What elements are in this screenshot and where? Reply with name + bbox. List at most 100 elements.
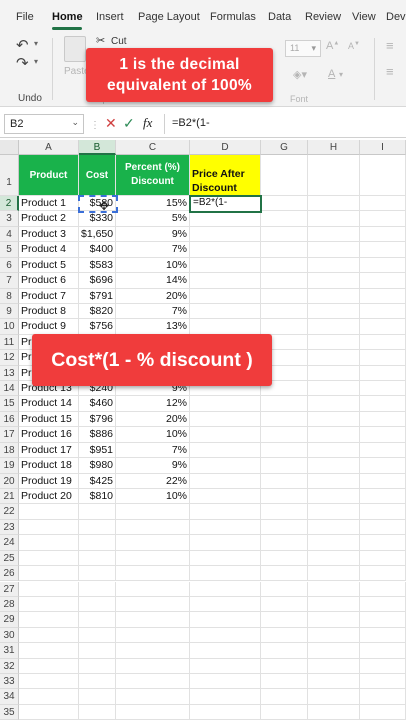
empty-cell[interactable]: [19, 689, 79, 705]
empty-cell[interactable]: [19, 674, 79, 690]
empty-cell[interactable]: [79, 674, 116, 690]
empty-cell[interactable]: [79, 627, 116, 644]
empty-cell[interactable]: [190, 627, 261, 644]
name-box-dropdown-icon[interactable]: ⌄: [71, 117, 79, 128]
cut-button[interactable]: Cut: [111, 36, 127, 47]
empty-cell[interactable]: [261, 504, 308, 520]
empty-cell[interactable]: [261, 411, 308, 428]
empty-cell[interactable]: [261, 458, 308, 474]
empty-cell[interactable]: [308, 473, 360, 489]
column-header-c[interactable]: C: [116, 140, 190, 155]
column-header-d[interactable]: D: [190, 140, 261, 155]
empty-cell[interactable]: [308, 535, 360, 551]
empty-cell[interactable]: [190, 566, 261, 582]
empty-cell[interactable]: [360, 427, 406, 443]
tab-home[interactable]: Home: [52, 11, 83, 23]
empty-cell[interactable]: [308, 612, 360, 628]
empty-cell[interactable]: [261, 704, 308, 720]
cell-product[interactable]: Product 8: [19, 303, 79, 320]
cell-discount[interactable]: 10%: [116, 488, 190, 505]
empty-cell[interactable]: [190, 442, 261, 459]
empty-cell[interactable]: [360, 550, 406, 567]
cell-product[interactable]: Product 7: [19, 288, 79, 304]
empty-cell[interactable]: [190, 473, 261, 489]
cell-cost[interactable]: $425: [79, 473, 116, 489]
row-header-16[interactable]: 16: [0, 411, 19, 428]
cell-cost[interactable]: $820: [79, 303, 116, 320]
more-options-icon[interactable]: ⋮: [90, 118, 100, 134]
empty-cell[interactable]: [261, 519, 308, 536]
empty-cell[interactable]: [116, 627, 190, 644]
empty-cell[interactable]: [308, 704, 360, 720]
tab-review[interactable]: Review: [305, 11, 341, 23]
cell-discount[interactable]: 7%: [116, 442, 190, 459]
row-header-10[interactable]: 10: [0, 319, 19, 335]
empty-cell[interactable]: [261, 273, 308, 289]
cell-discount[interactable]: 20%: [116, 411, 190, 428]
cell-discount[interactable]: 13%: [116, 319, 190, 335]
empty-cell[interactable]: [190, 704, 261, 720]
redo-icon[interactable]: ↷: [16, 54, 29, 72]
confirm-entry-icon[interactable]: ✓: [123, 115, 135, 131]
tab-developer[interactable]: Dev: [386, 11, 406, 23]
empty-cell[interactable]: [261, 257, 308, 274]
header-cost[interactable]: Cost: [79, 155, 116, 196]
row-header-8[interactable]: 8: [0, 288, 19, 304]
cell-discount[interactable]: 9%: [116, 226, 190, 243]
row-header-15[interactable]: 15: [0, 396, 19, 412]
empty-cell[interactable]: [116, 550, 190, 567]
empty-cell[interactable]: [116, 643, 190, 659]
empty-cell[interactable]: [308, 381, 360, 397]
row-header-35[interactable]: 35: [0, 704, 19, 720]
column-header-i[interactable]: I: [360, 140, 406, 155]
empty-cell[interactable]: [116, 519, 190, 536]
empty-cell[interactable]: [79, 581, 116, 597]
empty-cell[interactable]: [308, 242, 360, 258]
empty-cell[interactable]: [190, 319, 261, 335]
empty-cell[interactable]: [79, 566, 116, 582]
empty-cell[interactable]: [360, 381, 406, 397]
empty-cell[interactable]: [360, 365, 406, 382]
empty-cell[interactable]: [308, 550, 360, 567]
empty-cell[interactable]: [308, 643, 360, 659]
empty-cell[interactable]: [308, 288, 360, 304]
cell-product[interactable]: Product 20: [19, 488, 79, 505]
worksheet-grid[interactable]: A B C D G H I Product Cost Percent (%) D…: [0, 140, 406, 720]
empty-cell[interactable]: [261, 442, 308, 459]
empty-cell[interactable]: [308, 674, 360, 690]
empty-cell[interactable]: [308, 396, 360, 412]
empty-cell[interactable]: [79, 658, 116, 674]
empty-cell[interactable]: [308, 596, 360, 613]
empty-cell[interactable]: [19, 596, 79, 613]
empty-cell[interactable]: [308, 427, 360, 443]
cell-product[interactable]: Product 4: [19, 242, 79, 258]
empty-cell[interactable]: [360, 196, 406, 212]
cell-cost[interactable]: $886: [79, 427, 116, 443]
empty-cell[interactable]: [360, 155, 406, 196]
empty-cell[interactable]: [308, 257, 360, 274]
tab-formulas[interactable]: Formulas: [210, 11, 256, 23]
row-header-30[interactable]: 30: [0, 627, 19, 644]
cell-product[interactable]: Product 6: [19, 273, 79, 289]
row-header-2[interactable]: 2: [0, 196, 19, 212]
empty-cell[interactable]: [360, 658, 406, 674]
row-header-9[interactable]: 9: [0, 303, 19, 320]
empty-cell[interactable]: [79, 612, 116, 628]
empty-cell[interactable]: [261, 396, 308, 412]
cell-product[interactable]: Product 18: [19, 458, 79, 474]
empty-cell[interactable]: [116, 704, 190, 720]
cell-product[interactable]: Product 5: [19, 257, 79, 274]
row-header-17[interactable]: 17: [0, 427, 19, 443]
empty-cell[interactable]: [116, 566, 190, 582]
cell-cost[interactable]: $696: [79, 273, 116, 289]
empty-cell[interactable]: [79, 689, 116, 705]
cell-product[interactable]: Product 15: [19, 411, 79, 428]
column-header-g[interactable]: G: [261, 140, 308, 155]
empty-cell[interactable]: [308, 350, 360, 366]
empty-cell[interactable]: [261, 566, 308, 582]
empty-cell[interactable]: [190, 288, 261, 304]
empty-cell[interactable]: [190, 689, 261, 705]
cell-cost[interactable]: $583: [79, 257, 116, 274]
empty-cell[interactable]: [360, 689, 406, 705]
header-percent-discount[interactable]: Percent (%) Discount: [116, 155, 190, 196]
